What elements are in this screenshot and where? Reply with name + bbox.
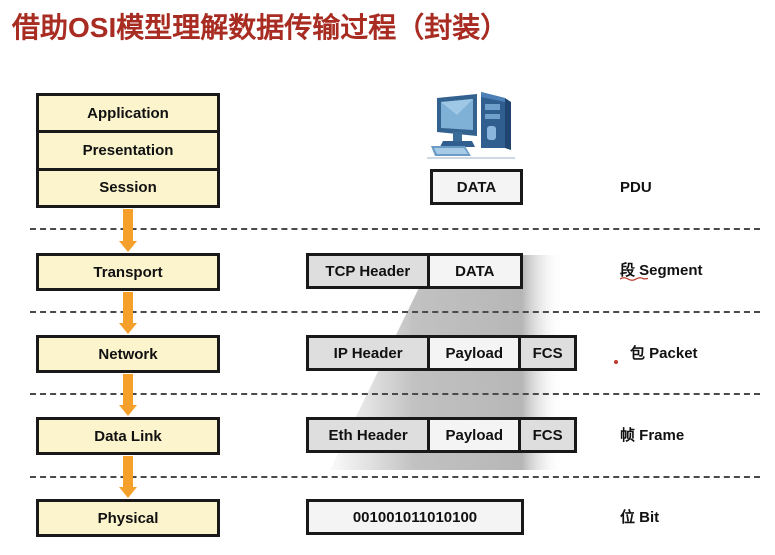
pdu-cell-data: DATA — [433, 172, 520, 202]
osi-upper-layer-group: Application Presentation Session — [36, 93, 220, 208]
pdu-box-application-data: DATA — [430, 169, 523, 205]
arrow-transport-to-network — [119, 292, 137, 334]
separator-session-transport — [30, 228, 760, 230]
arrow-session-to-transport — [119, 209, 137, 252]
pdu-cell-fcs: FCS — [521, 338, 575, 368]
osi-layer-network[interactable]: Network — [36, 335, 220, 373]
separator-network-datalink — [30, 393, 760, 395]
pdu-cell-data: DATA — [429, 256, 520, 286]
pdu-name-frame: 帧 Frame — [620, 427, 685, 444]
pdu-box-bits: 001001011010100 — [306, 499, 524, 535]
desktop-computer-icon — [427, 92, 515, 159]
osi-layer-session[interactable]: Session — [39, 171, 217, 205]
pdu-name-segment-text: 段 Segment — [620, 262, 703, 279]
pdu-cell-fcs: FCS — [521, 420, 575, 450]
pdu-name-segment: 段 Segment — [620, 259, 703, 281]
pdu-cell-bits: 001001011010100 — [309, 502, 521, 532]
pdu-box-segment: TCP Header DATA — [306, 253, 523, 289]
page-title: 借助OSI模型理解数据传输过程（封装） — [12, 12, 509, 43]
pdu-cell-payload: Payload — [430, 338, 522, 368]
osi-layer-transport[interactable]: Transport — [36, 253, 220, 291]
red-dot-marker — [614, 360, 618, 364]
osi-layer-application[interactable]: Application — [39, 96, 217, 134]
pdu-cell-ip-header: IP Header — [309, 338, 431, 368]
pdu-name-bit: 位 Bit — [620, 509, 660, 526]
pdu-name-packet: 包 Packet — [630, 345, 698, 362]
arrow-network-to-datalink — [119, 374, 137, 416]
pdu-box-frame: Eth Header Payload FCS — [306, 417, 577, 453]
osi-layer-datalink[interactable]: Data Link — [36, 417, 220, 455]
osi-layer-physical[interactable]: Physical — [36, 499, 220, 537]
pdu-name-pdu: PDU — [620, 179, 652, 196]
osi-layer-presentation[interactable]: Presentation — [39, 133, 217, 171]
pdu-box-packet: IP Header Payload FCS — [306, 335, 577, 371]
slide-canvas: 借助OSI模型理解数据传输过程（封装） Application Presenta… — [0, 0, 775, 555]
pdu-cell-eth-header: Eth Header — [309, 420, 431, 450]
separator-datalink-physical — [30, 476, 760, 478]
separator-transport-network — [30, 311, 760, 313]
pdu-cell-payload: Payload — [430, 420, 522, 450]
pdu-cell-tcp-header: TCP Header — [309, 256, 430, 286]
